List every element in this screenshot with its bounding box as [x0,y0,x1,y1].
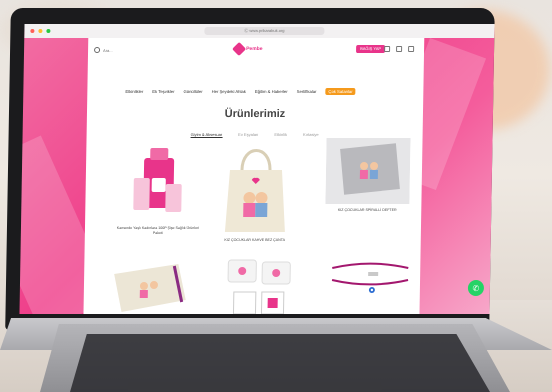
product-image-notebook [325,138,411,204]
filter-tab[interactable]: Ev Eşyaları [238,132,258,138]
laptop-screen: Ⓒ www.prikarabuk.org Pembe BAĞIŞ YAP Etk… [19,24,495,314]
filter-tab[interactable]: Giyim & Aksesuar [190,132,223,138]
search-input[interactable] [103,47,164,53]
address-bar[interactable]: Ⓒ www.prikarabuk.org [204,27,325,35]
filter-tab[interactable]: Etkinlik [274,132,287,138]
donate-button[interactable]: BAĞIŞ YAP [356,45,386,53]
product-caption: KIZ ÇOCUKLAR SPİRALLİ DEFTER [337,208,397,212]
page-title: Ürünlerimiz [224,108,286,120]
minimize-window-icon[interactable] [38,29,43,33]
keyboard-keys [70,334,490,392]
logo-mark-icon [232,41,247,57]
user-icon[interactable] [384,46,391,52]
whatsapp-chat-button[interactable]: ✆ [467,280,485,296]
maximize-window-icon[interactable] [46,29,51,33]
product-card[interactable]: KIZ ÇOCUKLAR KAHVE BEZ ÇANTA [215,140,297,250]
web-page: Pembe BAĞIŞ YAP Etkinlikler Ek Teşvikler… [83,38,425,314]
browser-toolbar: Ⓒ www.prikarabuk.org [24,24,495,38]
nav-item[interactable]: Ek Teşvikler [152,89,174,94]
product-card[interactable]: KIZ ÇOCUKLAR SPİRALLİ DEFTER [325,138,411,218]
nav-item[interactable]: Her Şeydeki Ahlak [212,89,246,94]
product-image-hardcover-notebook[interactable] [107,260,188,314]
filter-tab[interactable]: Kırtasiye [303,132,319,138]
laptop-lid: Ⓒ www.prikarabuk.org Pembe BAĞIŞ YAP Etk… [5,8,495,330]
nav-item[interactable]: Sertifikalar [297,89,317,94]
wishlist-icon[interactable] [396,46,403,52]
nav-item[interactable]: Gönüllüler [183,89,202,94]
search-icon[interactable] [94,47,101,53]
product-card[interactable]: Kanserde Yaşlı Kadınlara 100P Şişe Sağlı… [113,148,205,238]
site-logo[interactable]: Pembe [232,41,263,57]
main-nav: Etkinlikler Ek Teşvikler Gönüllüler Her … [125,88,356,95]
product-image-mugs[interactable] [223,254,296,314]
nav-item[interactable]: Eğitim & Haberler [255,89,288,94]
product-caption: KIZ ÇOCUKLAR KAHVE BEZ ÇANTA [224,238,286,242]
close-window-icon[interactable] [30,29,35,33]
product-image-bracelet[interactable] [328,258,413,302]
cart-icon[interactable] [408,46,415,52]
chat-icon: ✆ [472,283,480,293]
product-image-tote-bag [224,149,285,232]
product-caption: Kanserde Yaşlı Kadınlara 100P Şişe Sağlı… [116,226,200,235]
site-header: Pembe BAĞIŞ YAP [94,41,418,57]
product-image-bottle-pack [133,148,182,212]
nav-tag-bestsellers[interactable]: Çok Satanlar [325,88,356,95]
category-filters: Giyim & Aksesuar Ev Eşyaları Etkinlik Kı… [190,132,319,138]
nav-item[interactable]: Etkinlikler [125,89,143,94]
logo-text: Pembe [246,46,263,52]
